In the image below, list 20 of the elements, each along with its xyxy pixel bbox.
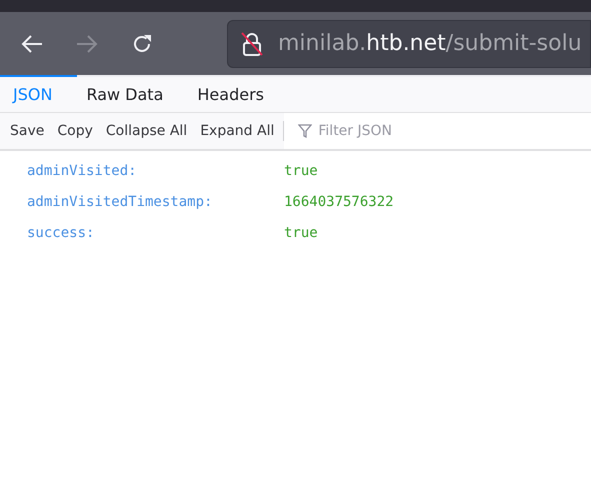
forward-icon <box>75 34 99 54</box>
filter-input[interactable]: Filter JSON <box>318 120 518 142</box>
json-value: 1664037576322 <box>284 193 394 212</box>
json-key: success: <box>27 223 284 244</box>
toolbar-button[interactable]: Save <box>4 118 50 144</box>
url-text: minilab.htb.net/submit-solu <box>278 30 582 58</box>
toolbar-button[interactable]: Collapse All <box>100 118 194 144</box>
toolbar-button[interactable]: Copy <box>51 118 99 144</box>
json-key: adminVisitedTimestamp: <box>27 192 284 213</box>
back-icon <box>20 34 44 54</box>
json-value: true <box>284 224 318 243</box>
json-key: adminVisited: <box>27 161 284 182</box>
filter-field[interactable]: Filter JSON <box>284 113 591 149</box>
tab[interactable]: Headers <box>185 77 276 112</box>
filter-icon <box>298 123 312 139</box>
insecure-lock-icon <box>240 30 264 56</box>
address-bar[interactable]: minilab.htb.net/submit-solu <box>227 20 591 68</box>
json-value: true <box>284 162 318 181</box>
toolbar-button[interactable]: Expand All <box>194 118 280 144</box>
tab[interactable]: Raw Data <box>74 77 176 112</box>
